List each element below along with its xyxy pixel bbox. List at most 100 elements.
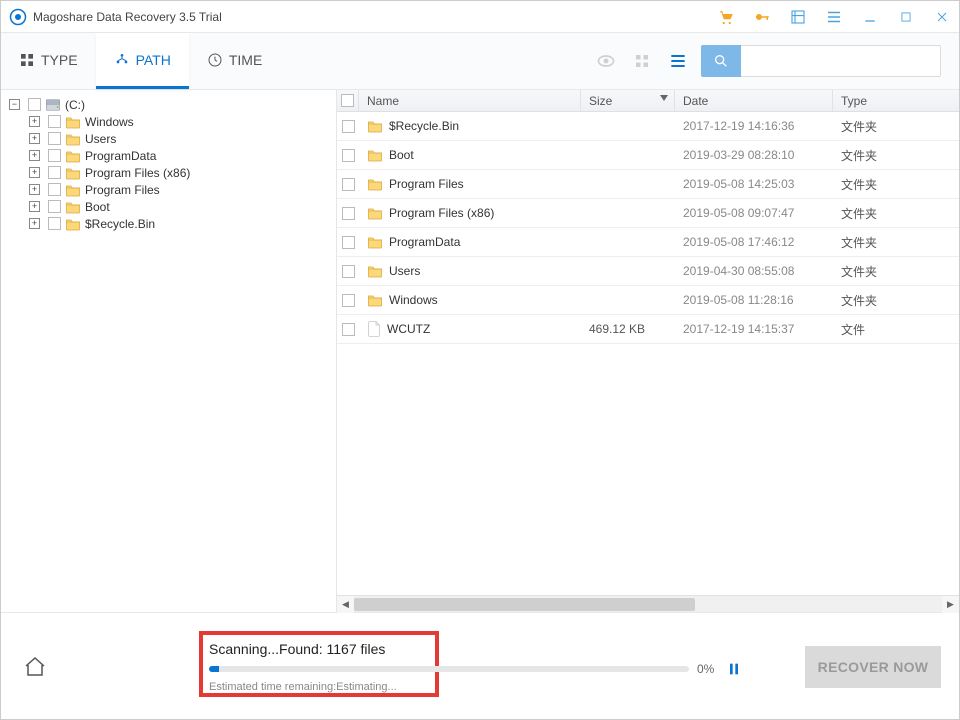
drive-icon — [45, 98, 61, 112]
tab-time[interactable]: TIME — [189, 33, 280, 89]
row-checkbox[interactable] — [342, 323, 355, 336]
scroll-right-button[interactable]: ▶ — [942, 596, 959, 613]
tree-item[interactable]: +Boot — [9, 198, 328, 215]
column-header-size[interactable]: Size — [581, 90, 675, 111]
progress-bar — [209, 666, 689, 672]
scroll-thumb[interactable] — [354, 598, 695, 611]
minimize-button[interactable] — [861, 8, 879, 26]
row-date: 2019-04-30 08:55:08 — [675, 264, 833, 278]
row-checkbox[interactable] — [342, 178, 355, 191]
list-view-icon[interactable] — [667, 50, 689, 72]
expand-icon[interactable]: + — [29, 116, 40, 127]
table-row[interactable]: Users 2019-04-30 08:55:08文件夹 — [337, 257, 959, 286]
row-name: Windows — [389, 293, 438, 307]
folder-icon — [65, 115, 81, 129]
tab-type[interactable]: TYPE — [1, 33, 96, 89]
tree-item-label: Users — [85, 132, 116, 146]
column-header-date[interactable]: Date — [675, 90, 833, 111]
list-header: Name Size Date Type — [337, 90, 959, 112]
main-body: − (C:) +Windows+Users+ProgramData+Progra… — [1, 90, 959, 612]
row-name: $Recycle.Bin — [389, 119, 459, 133]
table-row[interactable]: ProgramData2019-05-08 17:46:12文件夹 — [337, 228, 959, 257]
tree-checkbox[interactable] — [48, 217, 61, 230]
table-row[interactable]: $Recycle.Bin 2017-12-19 14:16:36文件夹 — [337, 112, 959, 141]
table-row[interactable]: Program Files (x86)2019-05-08 09:07:47文件… — [337, 199, 959, 228]
row-date: 2019-05-08 11:28:16 — [675, 293, 833, 307]
tree-checkbox[interactable] — [48, 115, 61, 128]
preview-icon[interactable] — [595, 50, 617, 72]
folder-icon — [65, 217, 81, 231]
table-row[interactable]: Boot2019-03-29 08:28:10文件夹 — [337, 141, 959, 170]
collapse-icon[interactable]: − — [9, 99, 20, 110]
folder-tree: − (C:) +Windows+Users+ProgramData+Progra… — [1, 90, 336, 612]
grid-view-icon[interactable] — [631, 50, 653, 72]
row-type: 文件夹 — [833, 118, 959, 135]
tree-root[interactable]: − (C:) — [9, 96, 328, 113]
table-row[interactable]: WCUTZ469.12 KB2017-12-19 14:15:37文件 — [337, 315, 959, 344]
row-checkbox[interactable] — [342, 149, 355, 162]
row-checkbox[interactable] — [342, 265, 355, 278]
folder-icon — [367, 264, 383, 278]
row-name: Boot — [389, 148, 414, 162]
row-size: 469.12 KB — [581, 322, 675, 336]
tree-checkbox[interactable] — [48, 166, 61, 179]
row-checkbox[interactable] — [342, 294, 355, 307]
folder-icon — [65, 166, 81, 180]
tree-checkbox[interactable] — [48, 183, 61, 196]
tree-item[interactable]: +ProgramData — [9, 147, 328, 164]
row-checkbox[interactable] — [342, 207, 355, 220]
row-name: Program Files (x86) — [389, 206, 494, 220]
recover-button[interactable]: RECOVER NOW — [805, 646, 941, 688]
folder-icon — [367, 206, 383, 220]
search-button[interactable] — [701, 45, 741, 77]
tree-checkbox[interactable] — [48, 149, 61, 162]
row-type: 文件夹 — [833, 263, 959, 280]
tree-item[interactable]: + Program Files (x86) — [9, 164, 328, 181]
progress-percent: 0% — [697, 662, 714, 676]
home-button[interactable] — [19, 651, 51, 683]
pause-button[interactable] — [720, 661, 748, 677]
row-date: 2017-12-19 14:16:36 — [675, 119, 833, 133]
close-button[interactable] — [933, 8, 951, 26]
folder-icon — [367, 293, 383, 307]
expand-icon[interactable]: + — [29, 133, 40, 144]
tree-checkbox[interactable] — [28, 98, 41, 111]
footer: Scanning...Found: 1167 files 0% Estimate… — [1, 612, 959, 720]
tree-item[interactable]: +$Recycle.Bin — [9, 215, 328, 232]
row-checkbox[interactable] — [342, 236, 355, 249]
expand-icon[interactable]: + — [29, 184, 40, 195]
expand-icon[interactable]: + — [29, 167, 40, 178]
sort-desc-icon — [660, 95, 668, 101]
progress-block: Scanning...Found: 1167 files 0% Estimate… — [209, 641, 779, 693]
tree-item[interactable]: +Program Files — [9, 181, 328, 198]
row-date: 2019-05-08 17:46:12 — [675, 235, 833, 249]
tree-item[interactable]: +Windows — [9, 113, 328, 130]
key-icon[interactable] — [753, 8, 771, 26]
expand-icon[interactable]: + — [29, 218, 40, 229]
table-row[interactable]: Windows2019-05-08 11:28:16文件夹 — [337, 286, 959, 315]
tree-checkbox[interactable] — [48, 200, 61, 213]
tree-item-label: Program Files (x86) — [85, 166, 190, 180]
select-all-checkbox[interactable] — [341, 94, 354, 107]
scroll-left-button[interactable]: ◀ — [337, 596, 354, 613]
table-row[interactable]: Program Files2019-05-08 14:25:03文件夹 — [337, 170, 959, 199]
app-logo-icon — [9, 8, 27, 26]
row-date: 2019-05-08 09:07:47 — [675, 206, 833, 220]
eta-text: Estimated time remaining:Estimating... — [209, 681, 779, 693]
menu-icon[interactable] — [825, 8, 843, 26]
cart-icon[interactable] — [717, 8, 735, 26]
share-icon[interactable] — [789, 8, 807, 26]
tree-checkbox[interactable] — [48, 132, 61, 145]
search-input[interactable] — [741, 45, 941, 77]
tree-item[interactable]: + Users — [9, 130, 328, 147]
row-name: Users — [389, 264, 420, 278]
row-type: 文件夹 — [833, 147, 959, 164]
expand-icon[interactable]: + — [29, 150, 40, 161]
tab-path[interactable]: PATH — [96, 33, 189, 89]
horizontal-scrollbar[interactable]: ◀ ▶ — [337, 595, 959, 612]
expand-icon[interactable]: + — [29, 201, 40, 212]
row-checkbox[interactable] — [342, 120, 355, 133]
column-header-name[interactable]: Name — [359, 90, 581, 111]
column-header-type[interactable]: Type — [833, 90, 959, 111]
maximize-button[interactable] — [897, 8, 915, 26]
